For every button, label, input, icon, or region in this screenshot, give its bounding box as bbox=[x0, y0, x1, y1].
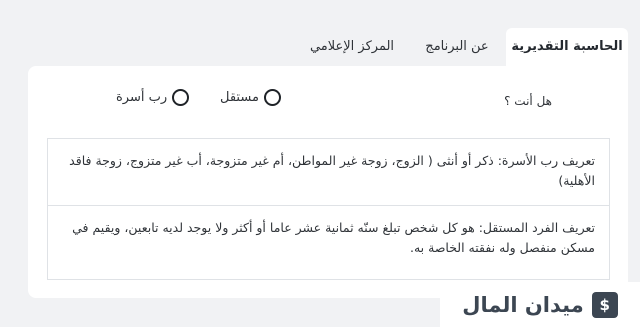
money-bag-icon: $ bbox=[591, 291, 618, 318]
tab-calculator[interactable]: الحاسبة التقديرية bbox=[506, 28, 628, 66]
radio-independent[interactable]: مستقل bbox=[220, 89, 281, 106]
tab-about-program[interactable]: عن البرنامج bbox=[412, 28, 502, 66]
radio-circle-icon[interactable] bbox=[263, 89, 281, 106]
tab-media-center[interactable]: المركز الإعلامي bbox=[298, 28, 406, 66]
radio-family-head[interactable]: رب أسرة bbox=[116, 89, 190, 106]
calculator-card: هل أنت ؟ مستقل رب أسرة تعريف رب الأسرة: … bbox=[28, 66, 628, 298]
definition-family-head: تعريف رب الأسرة: ذكر أو أنثى ( الزوج، زو… bbox=[48, 139, 609, 206]
tab-bar: الحاسبة التقديرية عن البرنامج المركز الإ… bbox=[288, 28, 628, 66]
definition-independent: تعريف الفرد المستقل: هو كل شخص تبلغ سنّه… bbox=[72, 220, 595, 255]
definitions-box: تعريف رب الأسرة: ذكر أو أنثى ( الزوج، زو… bbox=[47, 138, 610, 280]
watermark-text: ميدان المال bbox=[462, 292, 584, 317]
radio-family-head-label: رب أسرة bbox=[116, 90, 168, 105]
radio-independent-label: مستقل bbox=[220, 90, 259, 105]
watermark-logo: $ ميدان المال bbox=[440, 282, 640, 327]
question-label: هل أنت ؟ bbox=[504, 94, 552, 108]
radio-circle-icon[interactable] bbox=[172, 89, 190, 106]
